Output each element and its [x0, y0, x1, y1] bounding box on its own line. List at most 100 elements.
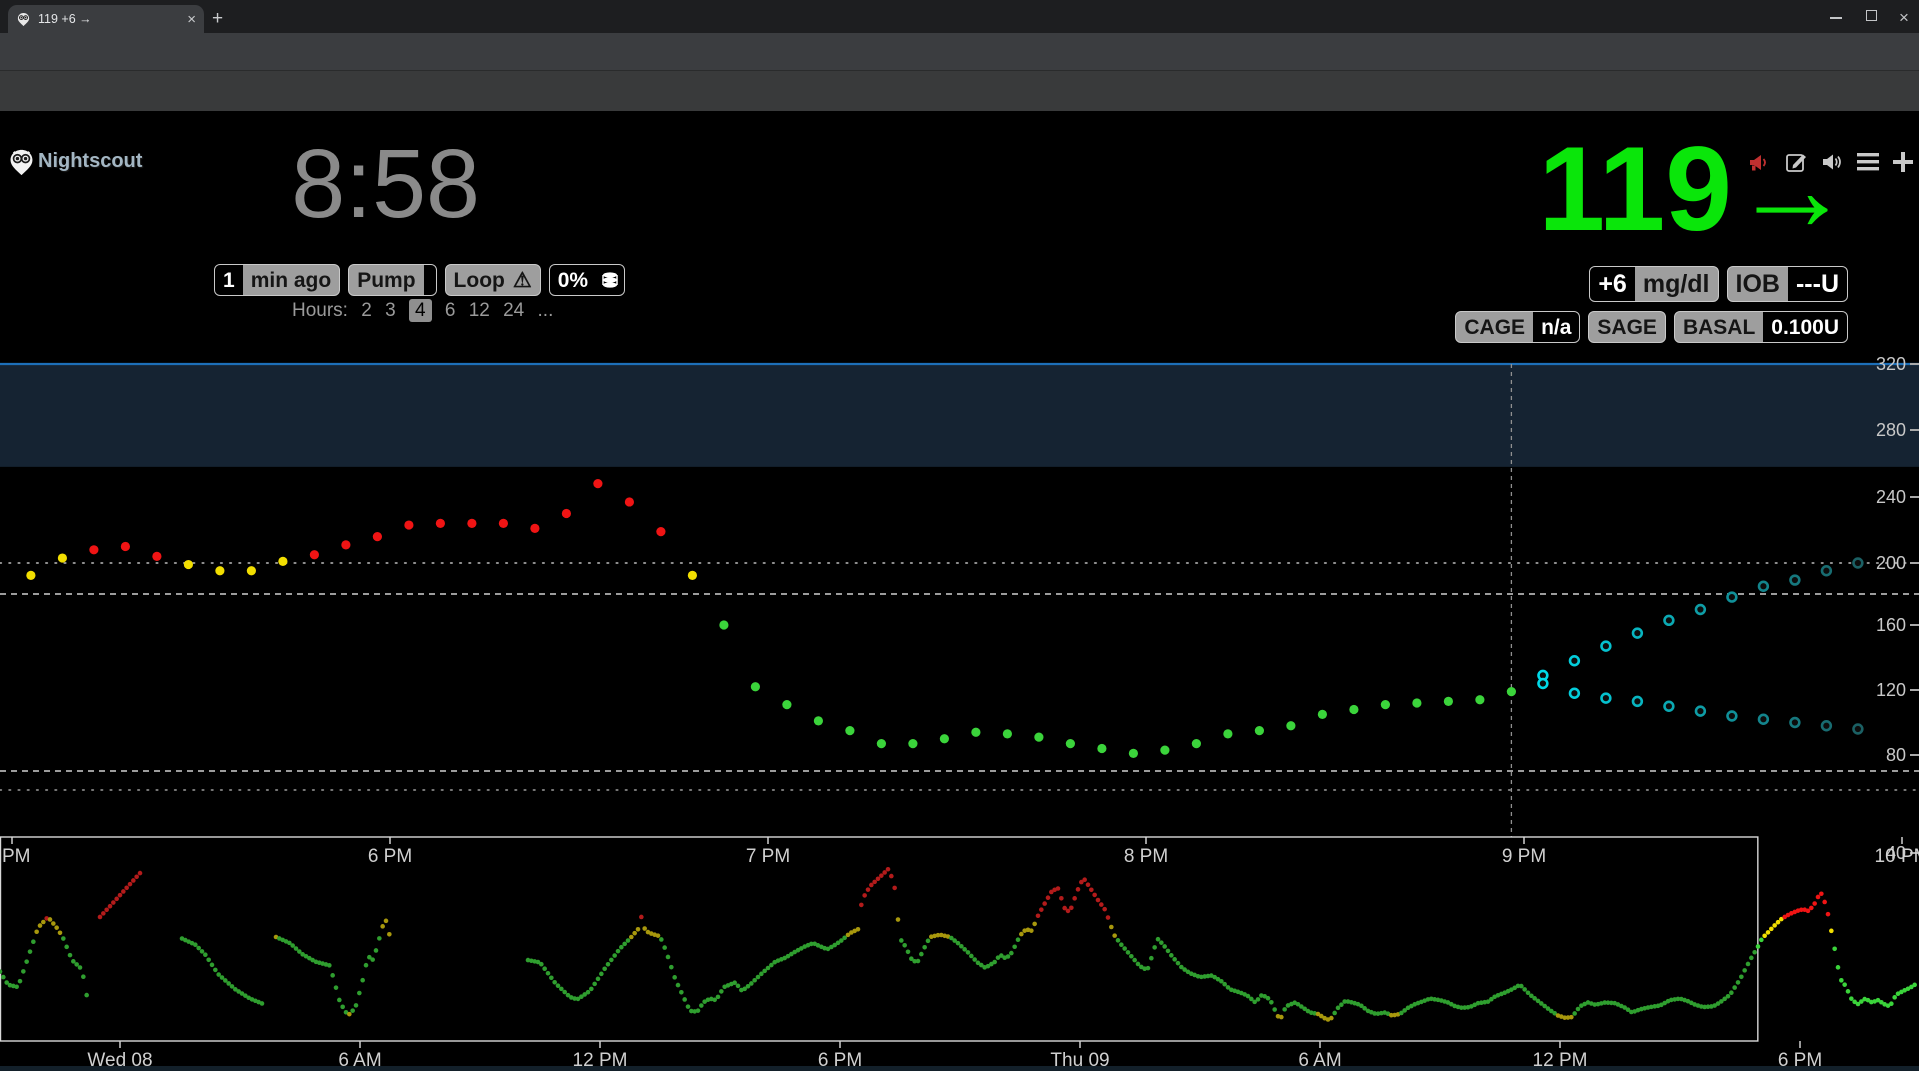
- context-dot: [966, 950, 971, 955]
- context-dot: [128, 882, 133, 887]
- context-dot: [193, 942, 198, 947]
- context-dot: [629, 935, 634, 940]
- context-dot: [902, 943, 907, 948]
- context-dot: [636, 927, 641, 932]
- context-dot: [327, 963, 332, 968]
- y-tick-label: 120: [1876, 680, 1906, 700]
- context-dot: [203, 952, 208, 957]
- context-dot: [84, 993, 89, 998]
- context-dot: [210, 963, 215, 968]
- prediction-dot: [1728, 712, 1737, 721]
- context-dot: [1106, 915, 1111, 920]
- context-chart[interactable]: Wed 086 AM12 PM6 PMThu 096 AM12 PM6 PM: [0, 837, 1917, 1071]
- context-dot: [862, 893, 867, 898]
- bg-reading-dot: [26, 571, 35, 580]
- context-dot: [1846, 989, 1851, 994]
- bg-reading-dot: [1286, 721, 1295, 730]
- bg-reading-dot: [530, 524, 539, 533]
- bg-reading-dot: [908, 739, 917, 748]
- context-dot: [101, 911, 106, 916]
- bg-reading-dot: [499, 519, 508, 528]
- context-dot: [866, 887, 871, 892]
- context-dot: [1169, 953, 1174, 958]
- urgent-high-band: [0, 364, 1919, 467]
- bg-reading-dot: [719, 620, 728, 629]
- context-dot: [1836, 965, 1841, 970]
- context-dot: [1329, 1016, 1334, 1021]
- context-dot: [357, 991, 362, 996]
- bg-reading-dot: [1223, 729, 1232, 738]
- context-dot: [1912, 983, 1917, 988]
- context-dot: [1522, 987, 1527, 992]
- context-dot: [387, 932, 392, 937]
- context-dot: [926, 939, 931, 944]
- context-dot: [1086, 882, 1091, 887]
- context-dot: [114, 897, 119, 902]
- prediction-dot: [1759, 715, 1768, 724]
- context-dot: [666, 955, 671, 960]
- context-dot: [696, 1008, 701, 1013]
- bg-reading-dot: [215, 566, 224, 575]
- prediction-dot: [1822, 566, 1831, 575]
- context-dot: [1766, 930, 1771, 935]
- context-dot: [1336, 1006, 1341, 1011]
- context-dot: [596, 977, 601, 982]
- prediction-dot: [1822, 721, 1831, 730]
- context-dot: [1269, 1000, 1274, 1005]
- context-dot: [602, 967, 607, 972]
- context-dot: [61, 936, 66, 941]
- x-tick-label: 9 PM: [1502, 846, 1546, 867]
- bg-reading-dot: [278, 557, 287, 566]
- context-dot: [1569, 1015, 1574, 1020]
- context-dot: [1819, 891, 1824, 896]
- context-dot: [1069, 906, 1074, 911]
- context-dot: [892, 886, 897, 891]
- context-dot: [889, 874, 894, 879]
- context-dot: [330, 973, 335, 978]
- context-dot: [1072, 896, 1077, 901]
- y-tick-label: 160: [1876, 615, 1906, 635]
- context-dot: [31, 939, 36, 944]
- context-dot: [1256, 997, 1261, 1002]
- prediction-dot: [1854, 725, 1863, 734]
- context-dot: [1116, 938, 1121, 943]
- context-dot: [612, 953, 617, 958]
- bg-reading-dot: [1097, 744, 1106, 753]
- bg-reading-dot: [814, 716, 823, 725]
- prediction-dot: [1728, 593, 1737, 602]
- context-dot: [1839, 978, 1844, 983]
- context-dot: [1009, 951, 1014, 956]
- context-dot: [1176, 961, 1181, 966]
- context-dot: [1122, 946, 1127, 951]
- prediction-dot: [1696, 707, 1705, 716]
- context-dot: [1809, 906, 1814, 911]
- bg-reading-dot: [121, 542, 130, 551]
- context-dot: [1746, 962, 1751, 967]
- bg-reading-dot: [310, 550, 319, 559]
- prediction-dot: [1791, 576, 1800, 585]
- context-dot: [559, 987, 564, 992]
- prediction-dot: [1602, 694, 1611, 703]
- prediction-dot: [1696, 605, 1705, 614]
- bg-reading-dot: [1192, 739, 1201, 748]
- context-dot: [1736, 980, 1741, 985]
- context-dot: [124, 885, 129, 890]
- context-dot: [1096, 898, 1101, 903]
- x-tick-label: 10 PM: [1875, 846, 1919, 867]
- glucose-charts[interactable]: 4080120160200240280320PM6 PM7 PM8 PM9 PM…: [0, 0, 1919, 1071]
- context-dot: [1812, 901, 1817, 906]
- context-dot: [1829, 929, 1834, 934]
- bg-reading-dot: [404, 520, 413, 529]
- prediction-dot: [1854, 559, 1863, 568]
- context-dot: [81, 974, 86, 979]
- context-dot: [1089, 887, 1094, 892]
- bg-reading-dot: [1003, 729, 1012, 738]
- context-dot: [609, 958, 614, 963]
- context-dot: [1042, 901, 1047, 906]
- context-dot: [672, 975, 677, 980]
- context-dot: [121, 889, 126, 894]
- context-dot: [992, 960, 997, 965]
- context-dot: [1266, 996, 1271, 1001]
- bg-reading-dot: [782, 700, 791, 709]
- context-dot: [632, 931, 637, 936]
